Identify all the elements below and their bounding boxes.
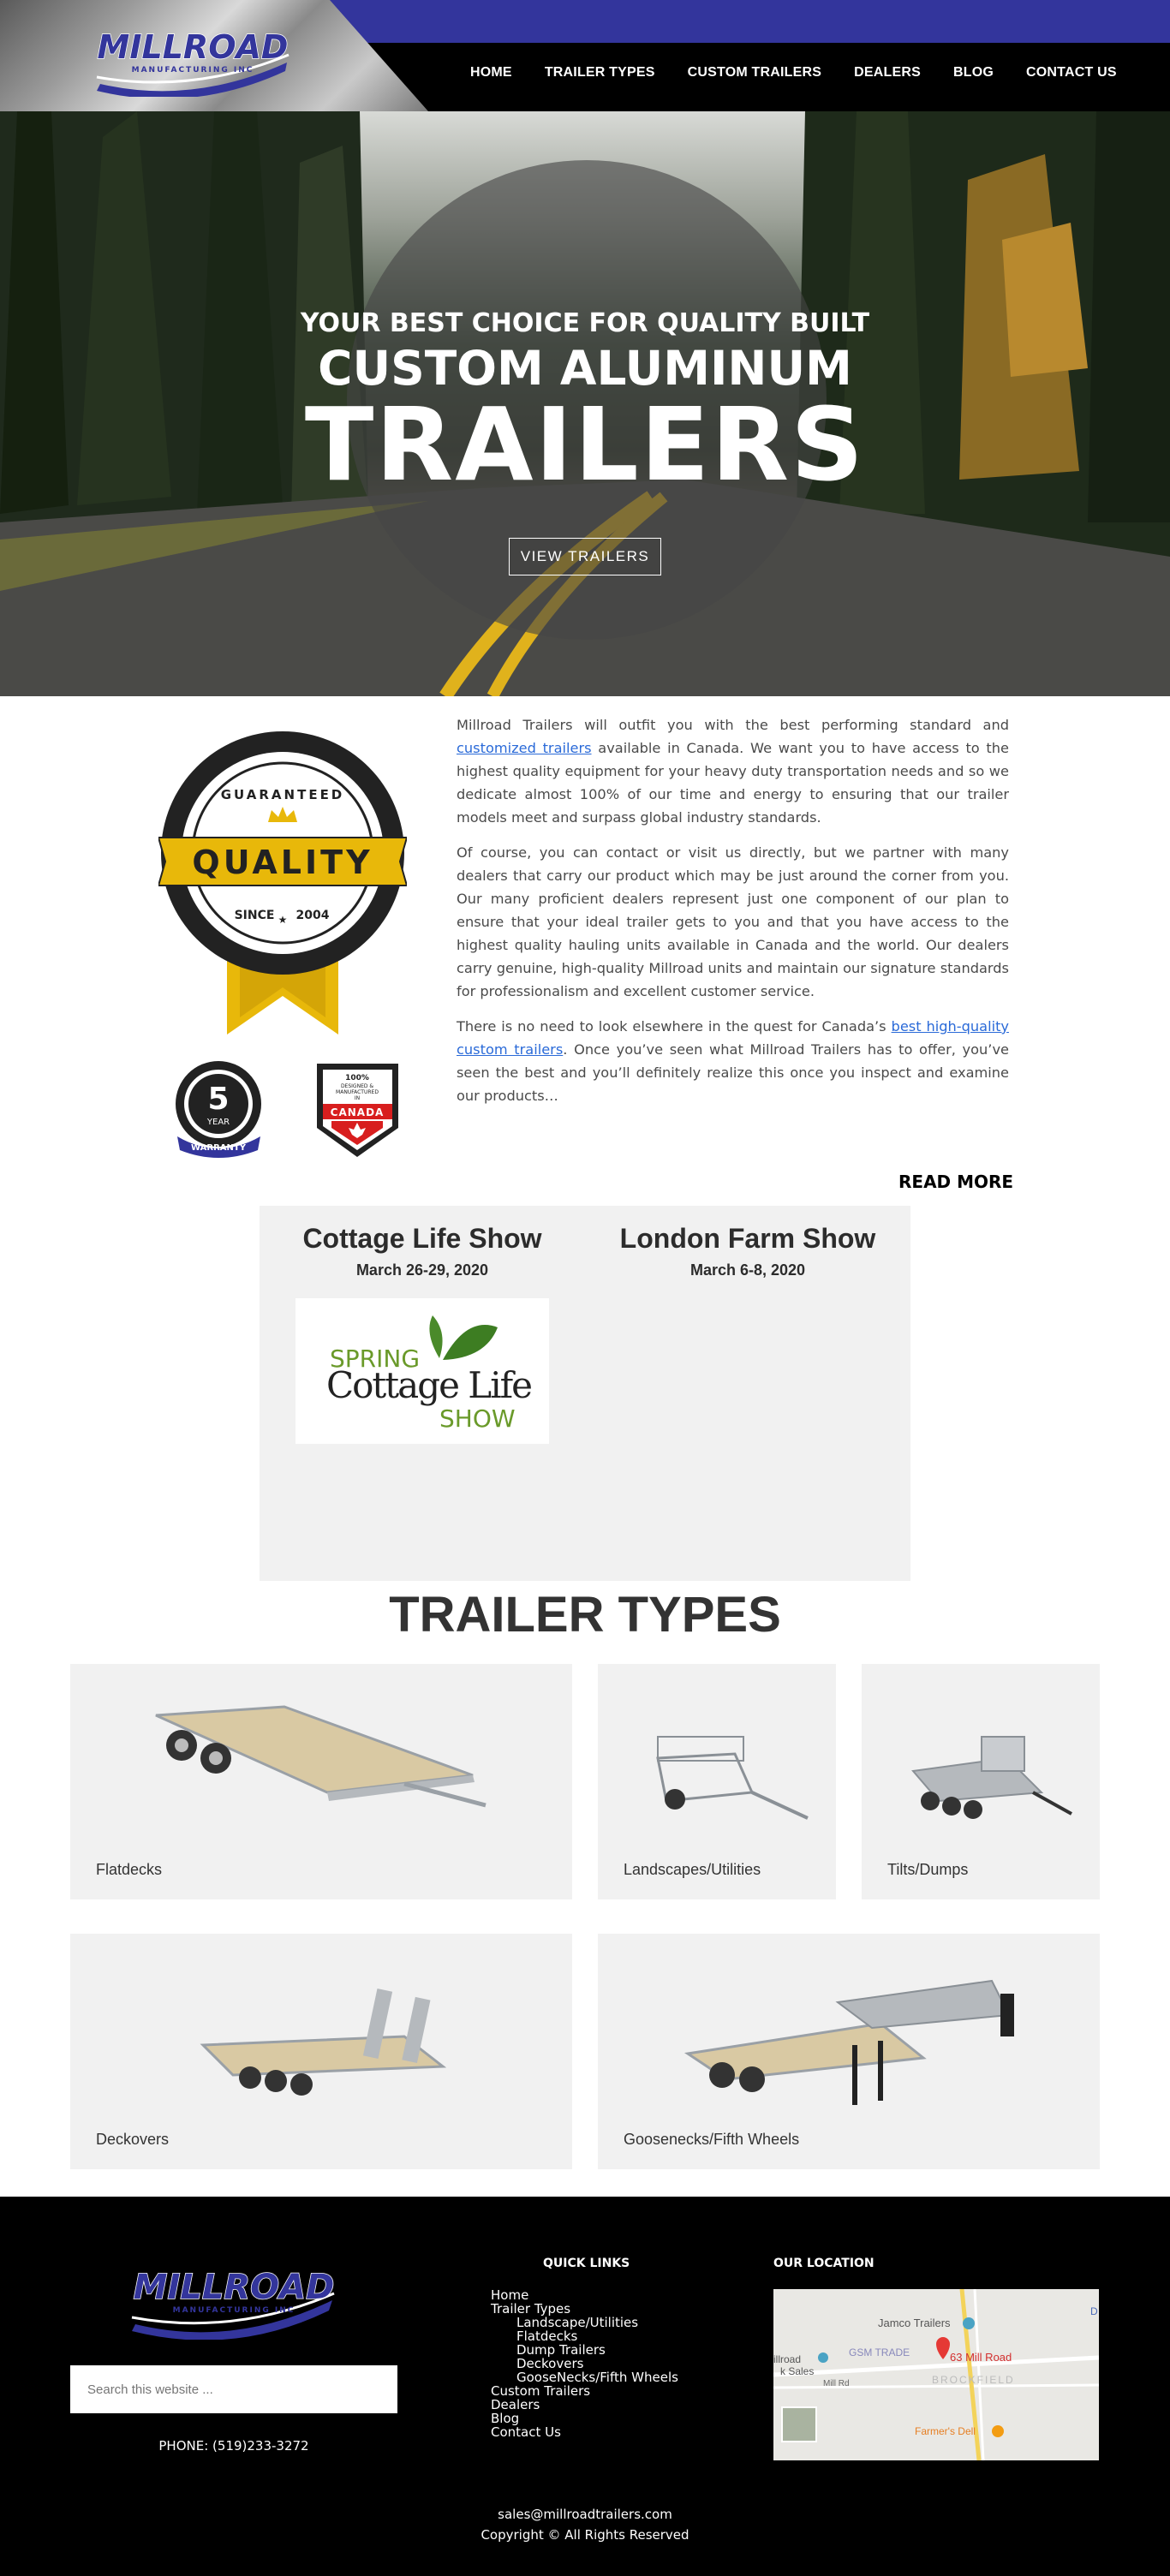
footer-millroad-logo[interactable]: MILLROAD MANUFACTURING INC — [127, 2261, 341, 2340]
location-title: OUR LOCATION — [773, 2257, 875, 2270]
trailer-card-tilts-dumps[interactable]: Tilts/Dumps — [862, 1664, 1100, 1899]
quick-link-dealers[interactable]: Dealers — [491, 2398, 678, 2412]
jamco-pin-icon — [963, 2317, 975, 2329]
footer-copyright: Copyright © All Rights Reserved — [481, 2527, 689, 2543]
svg-text:illroad: illroad — [773, 2353, 801, 2365]
show-date: March 26-29, 2020 — [355, 1261, 489, 1279]
nav-trailer-types[interactable]: TRAILER TYPES — [528, 65, 672, 80]
gooseneck-trailer-image — [683, 1979, 1014, 2105]
hero-banner: YOUR BEST CHOICE FOR QUALITY BUILT CUSTO… — [0, 111, 1170, 696]
deckover-trailer-image — [200, 1989, 447, 2096]
svg-text:Mill Rd: Mill Rd — [823, 2379, 850, 2388]
five-year-warranty-badge: 5 YEAR WARRANTY — [176, 1061, 261, 1158]
quick-links-list: Home Trailer Types Landscape/Utilities F… — [491, 2288, 678, 2439]
trailer-card-label: Tilts/Dumps — [887, 1861, 969, 1878]
quick-link-flatdecks[interactable]: Flatdecks — [491, 2329, 678, 2343]
svg-text:Farmer's Dell: Farmer's Dell — [915, 2425, 976, 2437]
warranty-year: YEAR — [206, 1118, 230, 1127]
trailer-card-deckovers[interactable]: Deckovers — [70, 1934, 572, 2169]
made-in-canada-badge: 100% DESIGNED & MANUFACTURED IN CANADA — [317, 1064, 398, 1157]
footer-email[interactable]: sales@millroadtrailers.com — [0, 2507, 1170, 2522]
logo-subtext: MANUFACTURING INC — [132, 66, 254, 75]
quality-text: QUALITY — [192, 844, 373, 881]
location-map[interactable]: Jamco Trailers 63 Mill Road GSM TRADE il… — [773, 2289, 1099, 2460]
logo-cottage-life: Cottage Life — [326, 1364, 531, 1406]
warranty-number: 5 — [207, 1082, 229, 1117]
logo-text: MILLROAD — [98, 28, 289, 66]
show-date: March 6-8, 2020 — [689, 1261, 806, 1279]
trailer-card-goosenecks[interactable]: Goosenecks/Fifth Wheels — [598, 1934, 1100, 2169]
spring-cottage-life-show-logo[interactable]: SPRING Cottage Life SHOW — [295, 1298, 549, 1444]
logo-show: SHOW — [439, 1404, 516, 1433]
main-nav: HOME TRAILER TYPES CUSTOM TRAILERS DEALE… — [454, 65, 1133, 80]
customized-trailers-link[interactable]: customized trailers — [457, 740, 592, 756]
canada-label: CANADA — [331, 1106, 385, 1118]
show-title: London Farm Show — [619, 1223, 876, 1254]
svg-text:MANUFACTURED: MANUFACTURED — [336, 1089, 379, 1095]
svg-text:100%: 100% — [345, 1074, 369, 1082]
show-cottage-life: Cottage Life Show March 26-29, 2020 — [260, 1223, 585, 1279]
show-london-farm: London Farm Show March 6-8, 2020 — [585, 1223, 910, 1279]
nav-blog[interactable]: BLOG — [937, 65, 1010, 80]
hero-pre-title: YOUR BEST CHOICE FOR QUALITY BUILT — [300, 308, 870, 338]
nav-custom-trailers[interactable]: CUSTOM TRAILERS — [672, 65, 838, 80]
trailer-card-label: Deckovers — [96, 2131, 170, 2148]
svg-text:MILLROAD: MILLROAD — [134, 2268, 335, 2307]
nav-dealers[interactable]: DEALERS — [838, 65, 937, 80]
intro-paragraph-1: Millroad Trailers will outfit you with t… — [457, 717, 1009, 826]
nav-home[interactable]: HOME — [454, 65, 528, 80]
quick-links-title: QUICK LINKS — [543, 2257, 630, 2270]
quick-link-blog[interactable]: Blog — [491, 2412, 678, 2425]
trailer-card-landscapes-utilities[interactable]: Landscapes/Utilities — [598, 1664, 836, 1899]
quick-link-home[interactable]: Home — [491, 2288, 678, 2302]
svg-text:BROCKFIELD: BROCKFIELD — [932, 2374, 1015, 2386]
trailer-card-label: Flatdecks — [96, 1861, 163, 1878]
trailer-card-label: Landscapes/Utilities — [624, 1861, 761, 1878]
show-title: Cottage Life Show — [302, 1223, 542, 1254]
svg-text:IN: IN — [355, 1095, 360, 1101]
trailer-card-label: Goosenecks/Fifth Wheels — [624, 2131, 800, 2148]
svg-text:★: ★ — [278, 914, 288, 926]
trailer-types-title: TRAILER TYPES — [389, 1587, 781, 1643]
trailer-card-flatdecks[interactable]: Flatdecks — [70, 1664, 572, 1899]
quick-link-landscape[interactable]: Landscape/Utilities — [491, 2316, 678, 2329]
millroad-logo[interactable]: MILLROAD MANUFACTURING INC — [90, 24, 295, 97]
svg-text:MANUFACTURING INC: MANUFACTURING INC — [173, 2306, 295, 2315]
footer-search-input[interactable] — [70, 2365, 397, 2413]
quick-link-deckovers[interactable]: Deckovers — [491, 2357, 678, 2370]
shows-panel: Cottage Life Show March 26-29, 2020 Lond… — [260, 1206, 910, 1581]
tilt-dump-trailer-image — [911, 1736, 1072, 1819]
read-more-link[interactable]: READ MORE — [898, 1172, 1013, 1192]
guaranteed-text: GUARANTEED — [221, 787, 345, 802]
quick-link-custom[interactable]: Custom Trailers — [491, 2384, 678, 2398]
quick-link-goosenecks[interactable]: GooseNecks/Fifth Wheels — [491, 2370, 678, 2384]
flatdeck-trailer-image — [155, 1705, 487, 1808]
intro-paragraph-2: Of course, you can contact or visit us d… — [457, 844, 1009, 999]
quick-link-trailer-types[interactable]: Trailer Types — [491, 2302, 678, 2316]
since-year-text: 2004 — [296, 909, 330, 922]
quick-link-dump[interactable]: Dump Trailers — [491, 2343, 678, 2357]
view-trailers-button[interactable]: VIEW TRAILERS — [509, 538, 661, 575]
intro-paragraph-3: There is no need to look elsewhere in th… — [457, 1018, 1009, 1104]
warranty-label: WARRANTY — [191, 1143, 247, 1153]
utility-trailer-image — [656, 1736, 809, 1820]
quick-link-contact[interactable]: Contact Us — [491, 2425, 678, 2439]
svg-text:k Sales: k Sales — [780, 2365, 814, 2377]
svg-text:GSM TRADE: GSM TRADE — [849, 2346, 910, 2358]
svg-text:D: D — [1090, 2305, 1098, 2317]
intro-text: Millroad Trailers will outfit you with t… — [457, 713, 1009, 1119]
footer-phone: PHONE: (519)233-3272 — [158, 2438, 309, 2454]
hero-title: TRAILERS — [304, 385, 866, 504]
site-header: MILLROAD MANUFACTURING INC HOME TRAILER … — [0, 0, 1170, 111]
svg-text:DESIGNED &: DESIGNED & — [341, 1083, 373, 1089]
nav-contact-us[interactable]: CONTACT US — [1010, 65, 1133, 80]
satellite-toggle-icon — [781, 2406, 817, 2442]
since-text: SINCE — [235, 909, 275, 922]
site-footer: MILLROAD MANUFACTURING INC PHONE: (519)2… — [0, 2197, 1170, 2576]
svg-text:63 Mill Road: 63 Mill Road — [950, 2351, 1012, 2364]
quality-guaranteed-badge: QUALITY GUARANTEED SINCE 2004 ★ — [158, 731, 407, 1035]
svg-text:Jamco Trailers: Jamco Trailers — [878, 2317, 951, 2329]
